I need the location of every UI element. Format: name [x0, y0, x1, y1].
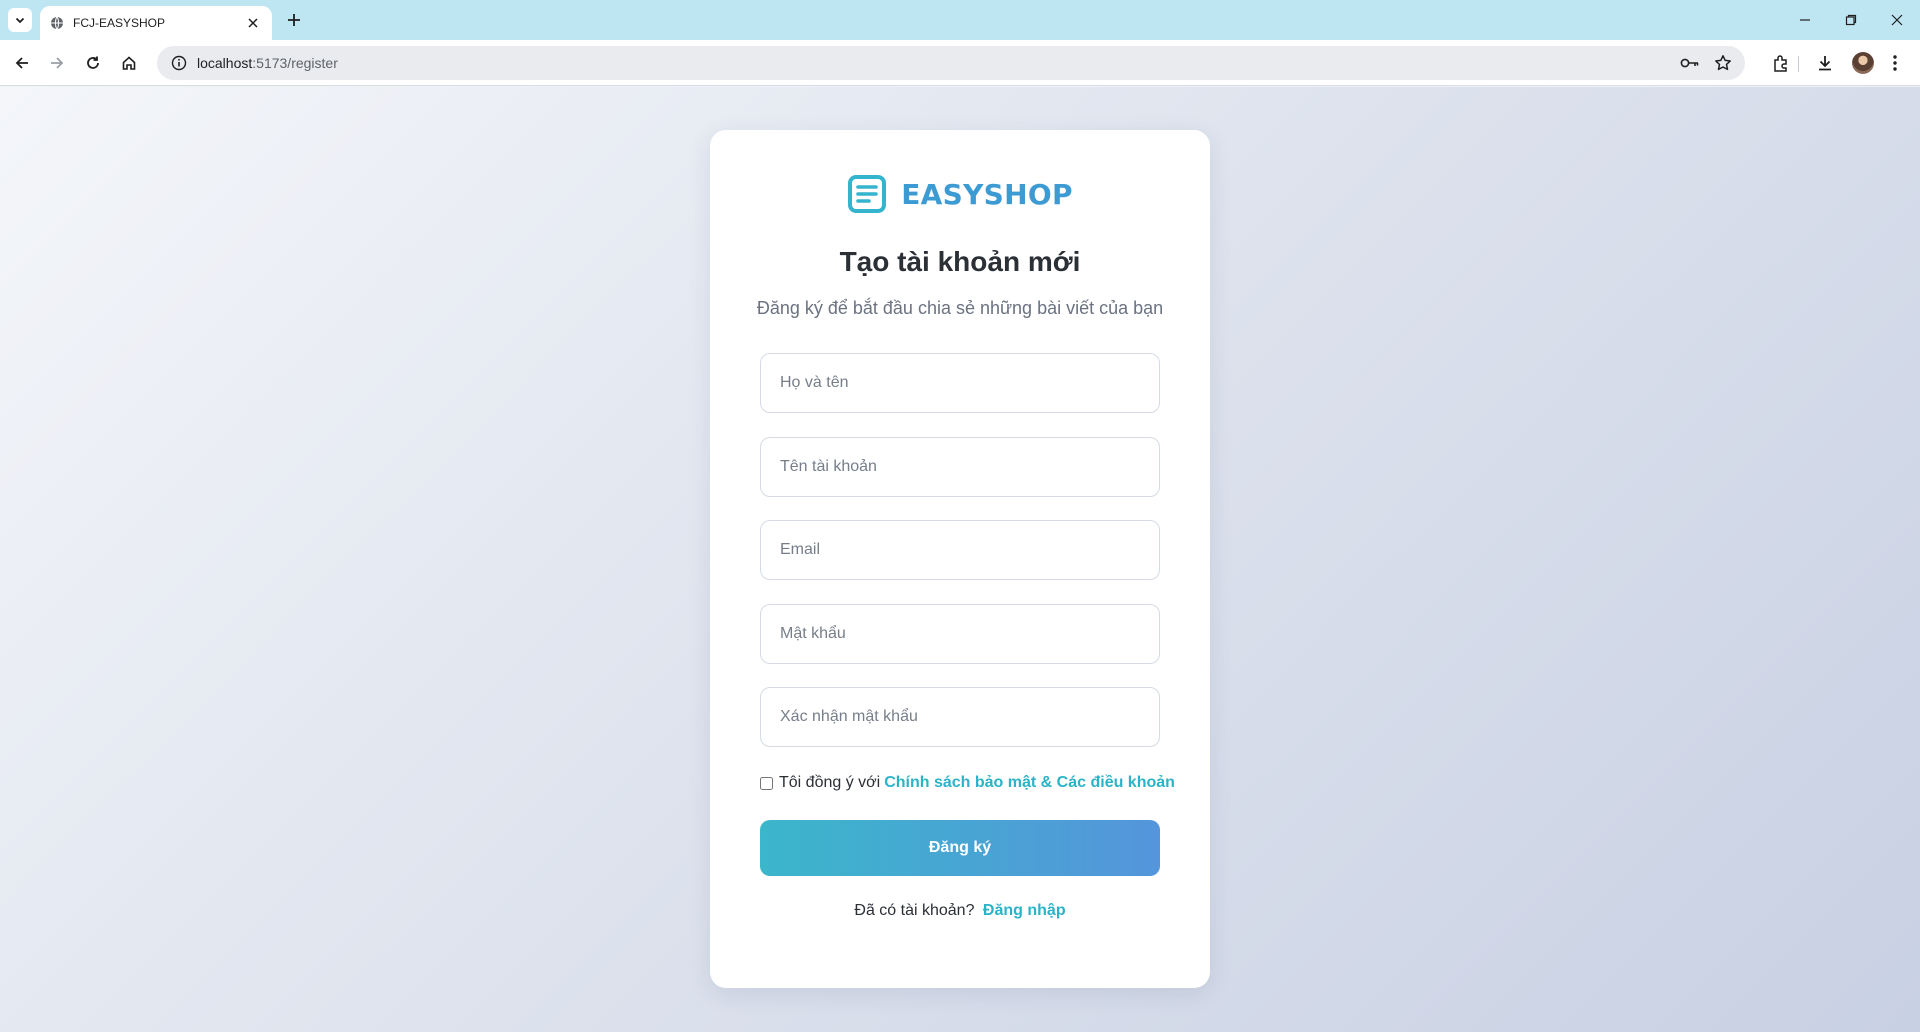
- chevron-down-icon: [15, 17, 25, 24]
- profile-avatar[interactable]: [1852, 52, 1874, 74]
- confirm-password-input[interactable]: [760, 687, 1160, 747]
- close-tab-icon[interactable]: [244, 14, 262, 32]
- address-bar[interactable]: localhost:5173/register: [157, 46, 1745, 80]
- agree-terms-checkbox[interactable]: [760, 776, 773, 790]
- login-prompt: Đã có tài khoản? Đăng nhập: [710, 902, 1210, 920]
- reload-icon[interactable]: [80, 50, 106, 76]
- browser-tab[interactable]: FCJ-EASYSHOP: [40, 6, 272, 40]
- key-icon[interactable]: [1679, 53, 1701, 73]
- register-button[interactable]: Đăng ký: [760, 820, 1160, 876]
- tab-search-button[interactable]: [8, 8, 32, 32]
- password-input[interactable]: [760, 604, 1160, 664]
- agree-terms-row: Tôi đồng ý với Chính sách bảo mật & Các …: [760, 774, 1180, 792]
- brand-logo: EASYSHOP: [710, 172, 1210, 216]
- document-lines-icon: [848, 175, 887, 213]
- url-text[interactable]: localhost:5173/register: [197, 55, 338, 71]
- extensions-icon[interactable]: [1768, 50, 1794, 76]
- register-card: EASYSHOP Tạo tài khoản mới Đăng ký để bắ…: [710, 130, 1210, 988]
- new-tab-icon[interactable]: [282, 8, 306, 32]
- login-link[interactable]: Đăng nhập: [983, 902, 1066, 919]
- home-icon[interactable]: [116, 50, 142, 76]
- username-input[interactable]: [760, 437, 1160, 497]
- page-title: Tạo tài khoản mới: [839, 246, 1081, 277]
- page-subtitle: Đăng ký để bắt đầu chia sẻ những bài viế…: [756, 298, 1164, 318]
- download-icon[interactable]: [1812, 50, 1838, 76]
- url-host: localhost: [197, 55, 253, 71]
- browser-toolbar: localhost:5173/register: [0, 40, 1920, 86]
- toolbar-divider: [1798, 56, 1799, 72]
- bookmark-star-icon[interactable]: [1712, 52, 1734, 74]
- email-input[interactable]: [760, 520, 1160, 580]
- restore-icon[interactable]: [1828, 0, 1874, 40]
- close-window-icon[interactable]: [1874, 0, 1920, 40]
- policy-link[interactable]: Chính sách bảo mật & Các điều khoản: [884, 774, 1175, 792]
- site-info-icon[interactable]: [171, 55, 187, 71]
- fullname-input[interactable]: [760, 353, 1160, 413]
- globe-icon: [51, 16, 63, 30]
- browser-tabbar: FCJ-EASYSHOP: [0, 0, 1920, 40]
- minimize-icon[interactable]: [1782, 0, 1828, 40]
- brand-name: EASYSHOP: [901, 177, 1073, 211]
- agree-terms-label: Tôi đồng ý với: [779, 774, 881, 791]
- back-arrow-icon[interactable]: [9, 50, 35, 76]
- more-menu-icon[interactable]: [1882, 50, 1908, 76]
- forward-arrow-icon[interactable]: [44, 50, 70, 76]
- page-background: EASYSHOP Tạo tài khoản mới Đăng ký để bắ…: [0, 87, 1920, 1032]
- tab-title: FCJ-EASYSHOP: [73, 16, 166, 30]
- url-path: :5173/register: [252, 55, 338, 71]
- has-account-text: Đã có tài khoản?: [854, 902, 975, 919]
